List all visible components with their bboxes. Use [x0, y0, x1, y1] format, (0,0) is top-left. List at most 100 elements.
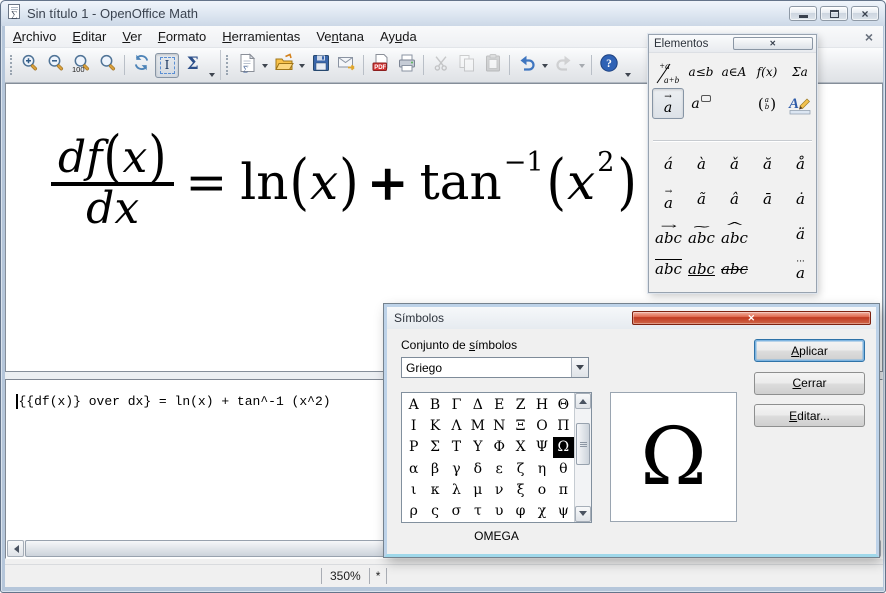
symbol-cell[interactable]: Τ — [446, 437, 467, 458]
save-button[interactable] — [308, 53, 333, 78]
close-document-button[interactable]: × — [855, 29, 883, 45]
symbol-cell[interactable]: σ — [446, 500, 467, 521]
symbol-cell[interactable]: Ξ — [510, 415, 531, 436]
symbol-cell[interactable]: ς — [424, 500, 445, 521]
elements-panel-close-button[interactable]: ✕ — [733, 37, 814, 50]
email-button[interactable] — [334, 53, 359, 78]
symbol-cell[interactable]: Η — [531, 394, 552, 415]
undo-button[interactable] — [514, 53, 539, 78]
set-operations-category-button[interactable]: a∈A — [718, 56, 750, 87]
attributes-category-button[interactable]: →a — [652, 88, 684, 119]
attr-ddot-button[interactable]: ä — [784, 217, 817, 252]
symbol-cell[interactable]: π — [553, 479, 574, 500]
new-document-dropdown-button[interactable] — [260, 53, 270, 78]
refresh-button[interactable] — [129, 53, 154, 78]
attr-wide-hat-button[interactable]: ^abc — [718, 217, 751, 252]
attr-vec-button[interactable]: →a — [652, 182, 685, 217]
unary-binary-operators-category-button[interactable]: +aa+b — [652, 56, 684, 87]
symbol-cell[interactable]: Γ — [446, 394, 467, 415]
scrollbar-track[interactable] — [575, 465, 591, 506]
symbol-cell[interactable]: φ — [510, 500, 531, 521]
zoom-in-button[interactable] — [18, 53, 43, 78]
help-button[interactable]: ? — [596, 53, 621, 78]
edit-button[interactable]: Editar... — [754, 404, 865, 427]
new-document-button[interactable]: ∑ — [234, 53, 259, 78]
menu-item-ventana[interactable]: Ventana — [308, 26, 372, 47]
undo-dropdown-button[interactable] — [540, 53, 550, 78]
print-button[interactable] — [394, 53, 419, 78]
toolbar-grip[interactable] — [226, 55, 229, 75]
attr-breve-button[interactable]: ă — [751, 147, 784, 182]
attr-grave-button[interactable]: à — [685, 147, 718, 182]
symbol-cell[interactable]: Ζ — [510, 394, 531, 415]
titlebar[interactable]: ∑ Sin título 1 - OpenOffice Math × — [1, 1, 885, 26]
symbol-cell[interactable]: Υ — [467, 437, 488, 458]
symbol-set-select[interactable]: Griego — [401, 357, 589, 378]
symbol-cell[interactable]: ρ — [403, 500, 424, 521]
symbol-cell[interactable]: θ — [553, 458, 574, 479]
scroll-down-button[interactable] — [575, 506, 591, 522]
operators-category-button[interactable]: Σa — [784, 56, 816, 87]
others-category-button[interactable]: a — [685, 88, 717, 119]
symbol-cell[interactable]: Φ — [489, 437, 510, 458]
symbol-cell[interactable]: Ψ — [531, 437, 552, 458]
attr-hat-button[interactable]: â — [718, 182, 751, 217]
attr-circle-button[interactable]: å — [784, 147, 817, 182]
attr-wide-vec-button[interactable]: →abc — [652, 217, 685, 252]
menu-item-herramientas[interactable]: Herramientas — [214, 26, 308, 47]
symbol-cell-selected[interactable]: Ω — [553, 437, 574, 458]
symbols-dialog-close-button[interactable]: ✕ — [632, 311, 872, 325]
toolbar-overflow-button[interactable] — [622, 48, 634, 82]
attr-check-button[interactable]: ǎ — [718, 147, 751, 182]
symbol-cell[interactable]: Α — [403, 394, 424, 415]
menu-item-ver[interactable]: Ver — [114, 26, 150, 47]
functions-category-button[interactable]: f(x) — [751, 56, 783, 87]
symbol-cell[interactable]: υ — [489, 500, 510, 521]
zoom-100-button[interactable]: 100 — [69, 53, 94, 78]
symbol-cell[interactable]: Χ — [510, 437, 531, 458]
attr-tilde-button[interactable]: ã — [685, 182, 718, 217]
redo-dropdown-button[interactable] — [577, 53, 587, 78]
close-button[interactable]: × — [851, 6, 879, 21]
attr-overline-button[interactable]: abc — [652, 252, 685, 287]
symbol-cell[interactable]: Κ — [424, 415, 445, 436]
symbol-cell[interactable]: Θ — [553, 394, 574, 415]
scrollbar-thumb[interactable] — [576, 423, 590, 465]
zoom-page-button[interactable] — [95, 53, 120, 78]
export-pdf-button[interactable]: PDF — [368, 53, 393, 78]
symbol-cell[interactable]: Δ — [467, 394, 488, 415]
symbol-cell[interactable]: Λ — [446, 415, 467, 436]
symbol-cell[interactable]: Ο — [531, 415, 552, 436]
brackets-category-button[interactable]: (ab) — [751, 88, 783, 119]
redo-button[interactable] — [551, 53, 576, 78]
open-button[interactable] — [271, 53, 296, 78]
symbol-cell[interactable]: ε — [489, 458, 510, 479]
attr-dot-button[interactable]: ȧ — [784, 182, 817, 217]
symbol-cell[interactable]: Μ — [467, 415, 488, 436]
open-dropdown-button[interactable] — [297, 53, 307, 78]
scroll-up-button[interactable] — [575, 393, 591, 409]
symbol-cell[interactable]: δ — [467, 458, 488, 479]
close-button[interactable]: Cerrar — [754, 372, 865, 395]
symbol-cell[interactable]: α — [403, 458, 424, 479]
symbol-cell[interactable]: ο — [531, 479, 552, 500]
attr-underline-button[interactable]: abc — [685, 252, 718, 287]
attr-dddot-button[interactable]: ···a — [784, 252, 817, 287]
symbol-cell[interactable]: Ε — [489, 394, 510, 415]
toolbar-overflow-button[interactable] — [206, 48, 218, 82]
combo-dropdown-button[interactable] — [571, 358, 588, 377]
symbol-cell[interactable]: χ — [531, 500, 552, 521]
toolbar-grip[interactable] — [10, 55, 13, 75]
zoom-out-button[interactable] — [44, 53, 69, 78]
symbol-cell[interactable]: λ — [446, 479, 467, 500]
symbol-cell[interactable]: μ — [467, 479, 488, 500]
attr-strike-button[interactable]: abc — [718, 252, 751, 287]
copy-button[interactable] — [454, 53, 479, 78]
apply-button[interactable]: Aplicar — [754, 339, 865, 362]
symbol-cell[interactable]: Π — [553, 415, 574, 436]
catalog-sigma-button[interactable]: Σ — [180, 53, 205, 78]
symbol-cell[interactable]: β — [424, 458, 445, 479]
maximize-button[interactable] — [820, 6, 848, 21]
attr-wide-tilde-button[interactable]: ~abc — [685, 217, 718, 252]
symbol-cell[interactable]: ν — [489, 479, 510, 500]
